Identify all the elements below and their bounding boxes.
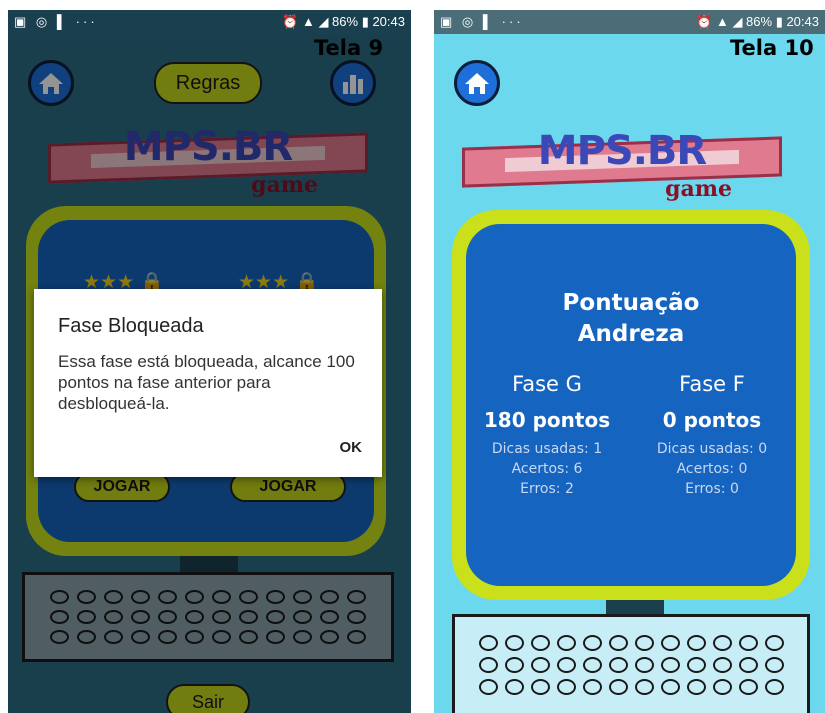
phase-g-column: Fase G 180 pontos Dicas usadas: 1 Acerto…	[472, 372, 622, 497]
grid-hole	[530, 679, 550, 695]
grid-hole	[478, 657, 498, 673]
grid-hole	[660, 657, 680, 673]
grid-hole	[504, 635, 524, 651]
status-right-info: ⏰ ▲ ◢ 86% ▮ 20:43	[696, 14, 819, 29]
logo-text: MPS.BR	[537, 128, 707, 174]
grid-hole	[634, 657, 654, 673]
phase-g-points: 180 pontos	[483, 408, 611, 432]
grid-hole	[556, 657, 576, 673]
grid-hole	[608, 635, 628, 651]
home-button[interactable]	[454, 60, 500, 106]
status-bar: ▣ ◎ ▌ ··· ⏰ ▲ ◢ 86% ▮ 20:43	[434, 10, 825, 34]
dialog-message: Essa fase está bloqueada, alcance 100 po…	[58, 352, 355, 413]
grid-hole	[504, 657, 524, 673]
phase-g-errors: Erros: 2	[520, 481, 574, 497]
dialog-title: Fase Bloqueada	[58, 315, 204, 337]
grid-hole	[582, 635, 602, 651]
grid-hole	[764, 679, 784, 695]
logo-subtext: game	[665, 176, 732, 202]
phase-f-column: Fase F 0 pontos Dicas usadas: 0 Acertos:…	[634, 372, 790, 497]
grid-hole	[478, 635, 498, 651]
screen-9: ▣ ◎ ▌ ··· ⏰ ▲ ◢ 86% ▮ 20:43 Tela 9 Regra…	[8, 10, 411, 713]
keyboard-grid	[452, 614, 810, 713]
grid-hole	[660, 635, 680, 651]
grid-hole	[686, 679, 706, 695]
grid-hole	[582, 657, 602, 673]
screen-label: Tela 10	[730, 36, 814, 60]
status-bar: ▣ ◎ ▌ ··· ⏰ ▲ ◢ 86% ▮ 20:43	[8, 10, 411, 34]
status-right-info: ⏰ ▲ ◢ 86% ▮ 20:43	[282, 14, 405, 29]
grid-hole	[712, 679, 732, 695]
grid-hole	[738, 657, 758, 673]
status-left-icons: ▣ ◎ ▌ ···	[440, 14, 524, 29]
grid-hole	[504, 679, 524, 695]
grid-hole	[634, 635, 654, 651]
grid-hole	[530, 657, 550, 673]
grid-hole	[764, 635, 784, 651]
home-icon	[465, 73, 489, 94]
grid-hole	[686, 657, 706, 673]
grid-hole	[660, 679, 680, 695]
phase-f-hits: Acertos: 0	[676, 461, 748, 477]
player-name: Andreza	[577, 321, 685, 347]
grid-hole	[556, 635, 576, 651]
grid-hole	[764, 657, 784, 673]
grid-hole	[556, 679, 576, 695]
screen-10: ▣ ◎ ▌ ··· ⏰ ▲ ◢ 86% ▮ 20:43 Tela 10 MPS.…	[434, 10, 825, 713]
phase-f-points: 0 pontos	[662, 408, 762, 432]
grid-hole	[582, 679, 602, 695]
phase-f-hints: Dicas usadas: 0	[656, 441, 768, 457]
grid-hole	[738, 635, 758, 651]
phase-g-name: Fase G	[512, 372, 582, 396]
grid-hole	[738, 679, 758, 695]
dialog-ok-button[interactable]: OK	[340, 439, 363, 456]
grid-hole	[712, 635, 732, 651]
grid-hole	[634, 679, 654, 695]
blocked-phase-dialog: Fase Bloqueada Essa fase está bloqueada,…	[34, 289, 382, 477]
phase-f-name: Fase F	[679, 372, 745, 396]
grid-hole	[686, 635, 706, 651]
phase-f-errors: Erros: 0	[685, 481, 739, 497]
score-title: Pontuação	[562, 290, 700, 316]
grid-hole	[712, 657, 732, 673]
phase-g-hints: Dicas usadas: 1	[491, 441, 603, 457]
status-left-icons: ▣ ◎ ▌ ···	[14, 14, 98, 29]
score-panel: Pontuação Andreza Fase G 180 pontos Dica…	[466, 224, 796, 586]
grid-hole	[608, 679, 628, 695]
grid-hole	[478, 679, 498, 695]
grid-hole	[608, 657, 628, 673]
game-logo: MPS.BR game	[452, 128, 792, 222]
grid-hole	[530, 635, 550, 651]
phase-g-hits: Acertos: 6	[511, 461, 583, 477]
score-heading: Pontuação Andreza	[466, 288, 796, 350]
